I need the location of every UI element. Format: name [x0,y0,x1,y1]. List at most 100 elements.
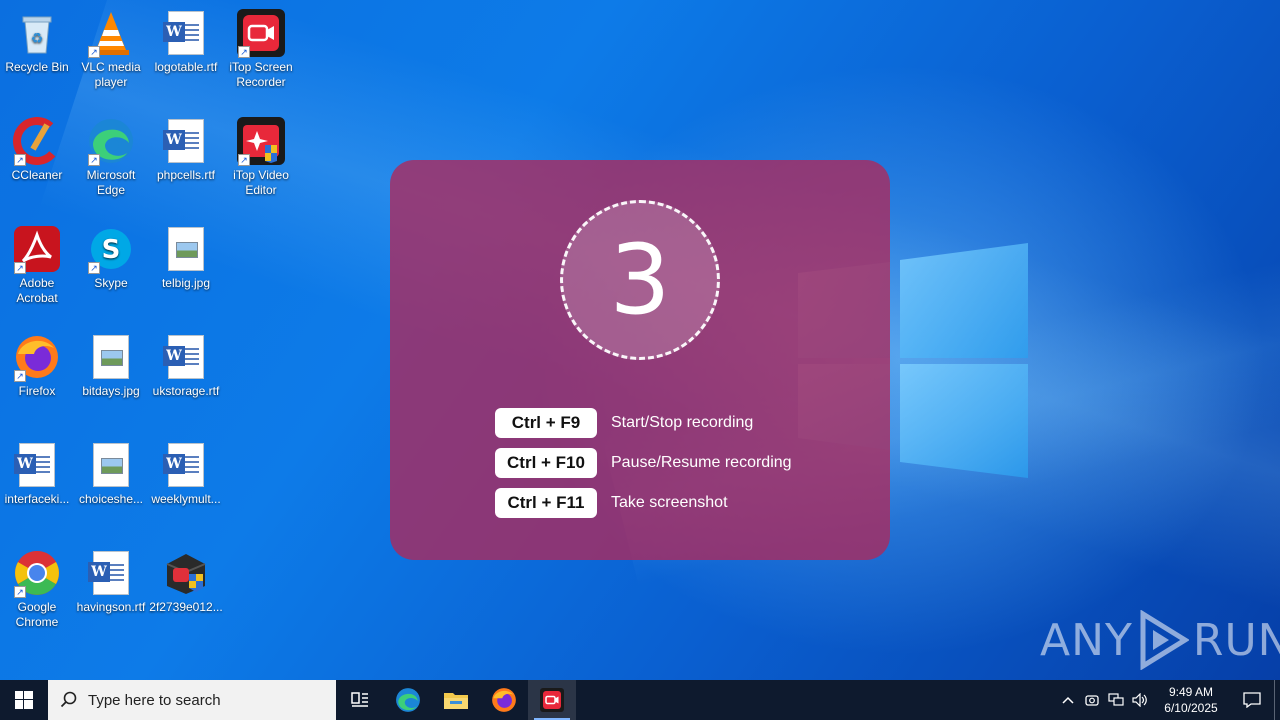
skype-icon: S ↗ [86,224,136,274]
desktop-icon-telbig[interactable]: telbig.jpg [149,224,223,291]
itop-screen-recorder-icon [540,688,564,712]
network-icon [1108,693,1124,706]
icon-label: interfaceki... [4,492,70,506]
icon-label: weeklymult... [151,492,221,506]
show-desktop-button[interactable] [1274,680,1280,720]
hotkey-key: Ctrl + F10 [495,448,597,478]
taskbar-edge-button[interactable] [384,680,432,720]
clock-time: 9:49 AM [1168,685,1214,699]
shortcut-arrow-icon: ↗ [238,154,250,166]
chevron-up-icon [1062,696,1074,704]
anyrun-watermark: ANY RUN [1040,610,1280,670]
itop-video-editor-icon: ↗ [236,116,286,166]
taskbar-clock[interactable]: 9:49 AM 6/10/2025 [1158,684,1224,716]
desktop-icon-choiceshe[interactable]: choiceshe... [74,440,148,507]
desktop-icon-phpcells[interactable]: W phpcells.rtf [149,116,223,183]
action-center-button[interactable] [1230,680,1274,720]
icon-label: iTop Video Editor [233,168,289,197]
icon-label: Microsoft Edge [86,168,136,197]
volume-button[interactable] [1128,680,1152,720]
camera-tray-icon [1085,695,1099,706]
desktop-icon-bitdays[interactable]: bitdays.jpg [74,332,148,399]
icon-label: 2f2739e012... [149,600,223,614]
icon-label: iTop Screen Recorder [229,60,293,89]
icon-label: Skype [94,276,128,290]
taskbar-search-box[interactable]: Type here to search [48,680,336,720]
desktop-icon-skype[interactable]: S ↗ Skype [74,224,148,291]
notification-icon [1243,692,1261,708]
icon-label: Recycle Bin [5,60,69,74]
edge-icon: ↗ [86,116,136,166]
desktop-icon-adobe-acrobat[interactable]: ↗ Adobe Acrobat [0,224,74,306]
desktop-icon-interfaceki[interactable]: W interfaceki... [0,440,74,507]
shortcut-arrow-icon: ↗ [88,46,100,58]
word-document-icon: W [12,440,62,490]
tray-app-icon[interactable] [1080,680,1104,720]
word-document-icon: W [161,332,211,382]
system-tray: 9:49 AM 6/10/2025 [1056,680,1280,720]
chrome-icon: ↗ [12,548,62,598]
ccleaner-icon: ↗ [12,116,62,166]
desktop-icon-logotable[interactable]: W logotable.rtf [149,8,223,75]
vlc-icon: ↗ [86,8,136,58]
image-file-icon [86,332,136,382]
taskbar-itop-recorder-button[interactable] [528,680,576,720]
desktop-icon-google-chrome[interactable]: ↗ Google Chrome [0,548,74,630]
icon-label: phpcells.rtf [156,168,216,182]
word-document-icon: W [161,116,211,166]
hotkey-key: Ctrl + F11 [495,488,597,518]
image-file-icon [86,440,136,490]
desktop-icon-itop-screen-recorder[interactable]: ↗ iTop Screen Recorder [224,8,298,90]
taskbar-firefox-button[interactable] [480,680,528,720]
word-document-icon: W [86,548,136,598]
hotkey-row-pause-resume: Ctrl + F10 Pause/Resume recording [495,448,792,478]
hotkey-description: Pause/Resume recording [611,454,792,471]
desktop-icon-firefox[interactable]: ↗ Firefox [0,332,74,399]
desktop-icon-vlc[interactable]: ↗ VLC media player [74,8,148,90]
watermark-text-right: RUN [1192,614,1280,666]
image-file-icon [161,224,211,274]
desktop-icon-installer[interactable]: 2f2739e012... [149,548,223,615]
network-button[interactable] [1104,680,1128,720]
icon-label: havingson.rtf [76,600,146,614]
desktop-icon-microsoft-edge[interactable]: ↗ Microsoft Edge [74,116,148,198]
taskbar-file-explorer-button[interactable] [432,680,480,720]
recycle-bin-icon: ♻ [12,8,62,58]
show-hidden-icons-button[interactable] [1056,680,1080,720]
watermark-text-left: ANY [1040,614,1133,666]
desktop-icon-havingson[interactable]: W havingson.rtf [74,548,148,615]
word-document-icon: W [161,440,211,490]
desktop-icon-weeklymult[interactable]: W weeklymult... [149,440,223,507]
acrobat-icon: ↗ [12,224,62,274]
play-triangle-icon [1140,610,1189,670]
hotkey-description: Take screenshot [611,494,728,511]
hotkey-row-start-stop: Ctrl + F9 Start/Stop recording [495,408,753,438]
firefox-icon [492,688,516,712]
start-button[interactable] [0,680,48,720]
itop-screen-recorder-icon: ↗ [236,8,286,58]
svg-text:S: S [102,235,121,265]
icon-label: CCleaner [11,168,63,182]
edge-icon [396,688,420,712]
shortcut-arrow-icon: ↗ [88,154,100,166]
firefox-icon: ↗ [12,332,62,382]
icon-label: Google Chrome [15,600,59,629]
svg-text:♻: ♻ [31,30,44,46]
icon-label: logotable.rtf [154,60,218,74]
shortcut-arrow-icon: ↗ [14,262,26,274]
search-icon [60,691,77,708]
installer-icon [161,548,211,598]
task-view-button[interactable] [336,680,384,720]
file-explorer-icon [444,693,468,709]
icon-label: telbig.jpg [161,276,211,290]
desktop-icon-ukstorage[interactable]: W ukstorage.rtf [149,332,223,399]
task-view-icon [351,692,368,707]
icon-label: choiceshe... [78,492,144,506]
countdown-number: 3 [560,200,720,360]
desktop-icon-recycle-bin[interactable]: ♻ Recycle Bin [0,8,74,75]
desktop-icon-itop-video-editor[interactable]: ↗ iTop Video Editor [224,116,298,198]
icon-label: Adobe Acrobat [16,276,58,305]
shortcut-arrow-icon: ↗ [238,46,250,58]
desktop-icon-ccleaner[interactable]: ↗ CCleaner [0,116,74,183]
word-document-icon: W [161,8,211,58]
